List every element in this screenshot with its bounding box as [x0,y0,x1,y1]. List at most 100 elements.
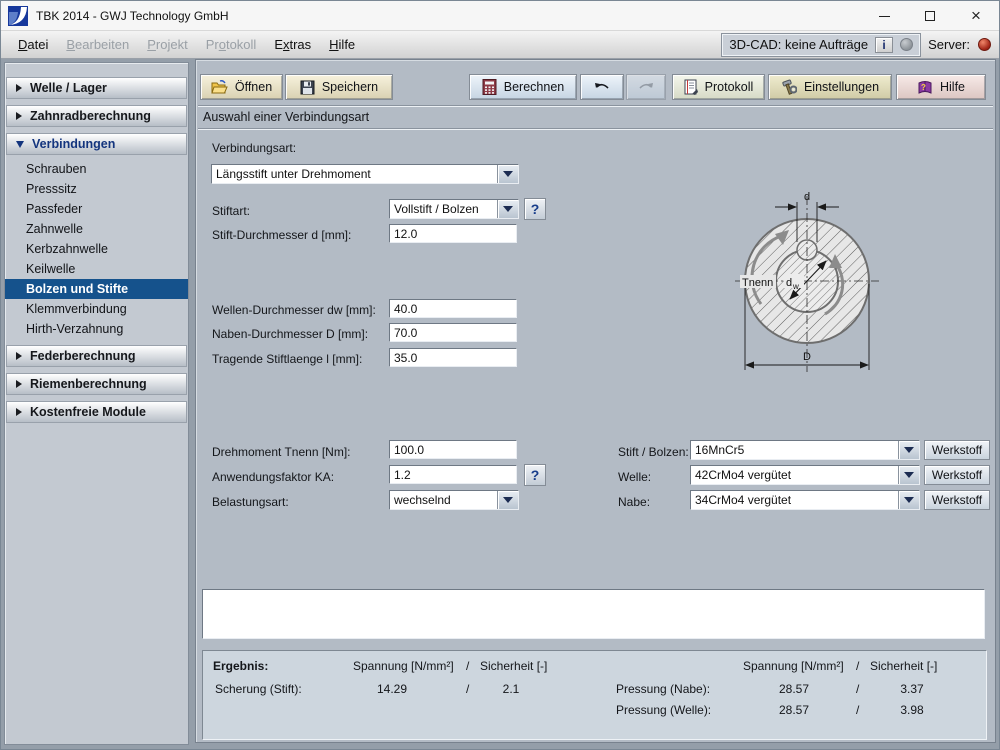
app-logo-icon [8,6,28,26]
main-panel: Öffnen Speichern Berechnen Protokoll [195,59,996,743]
sidebar-item-schrauben[interactable]: Schrauben [5,159,188,179]
menu-hilfe[interactable]: Hilfe [320,33,364,56]
chevron-down-icon [16,141,24,148]
drehmoment-input[interactable] [389,440,517,459]
divider [198,105,993,107]
sidebar-section-zahnradberechnung[interactable]: Zahnradberechnung [6,105,187,127]
sidebar-item-presssitz[interactable]: Presssitz [5,179,188,199]
dropdown-button[interactable] [898,491,919,509]
belastungsart-label: Belastungsart: [212,495,289,509]
save-button[interactable]: Speichern [285,74,393,100]
chevron-right-icon [16,84,22,92]
sidebar-item-hirth-verzahnung[interactable]: Hirth-Verzahnung [5,319,188,339]
sidebar-section-kostenfreie-module[interactable]: Kostenfreie Module [6,401,187,423]
calculator-icon [482,79,497,95]
result-value-sicherheit: 3.37 [890,682,934,696]
sidebar-item-kerbzahnwelle[interactable]: Kerbzahnwelle [5,239,188,259]
menu-datei[interactable]: Datei [9,33,57,56]
sidebar-item-zahnwelle[interactable]: Zahnwelle [5,219,188,239]
pin-connection-diagram: d D Tnenn d w [717,184,897,394]
menubar: Datei Bearbeiten Projekt Protokoll Extra… [1,31,999,59]
stift-bolzen-material-select[interactable]: 16MnCr5 [690,440,920,460]
info-button[interactable]: i [875,37,893,53]
wellen-durchmesser-input[interactable] [389,299,517,318]
protocol-button[interactable]: Protokoll [672,74,765,100]
stift-durchmesser-input[interactable] [389,224,517,243]
svg-text:?: ? [921,83,926,92]
undo-icon [593,81,611,94]
naben-durchmesser-label: Naben-Durchmesser D [mm]: [212,327,368,341]
sidebar-section-verbindungen[interactable]: Verbindungen [6,133,187,155]
welle-material-value: 42CrMo4 vergütet [691,468,898,482]
maximize-button[interactable] [907,1,953,31]
content-area: Welle / Lager Zahnradberechnung Verbindu… [1,59,999,749]
open-button[interactable]: Öffnen [200,74,283,100]
sidebar-section-riemenberechnung[interactable]: Riemenberechnung [6,373,187,395]
protocol-document-icon [684,79,698,95]
results-panel: Ergebnis: Spannung [N/mm²] / Sicherheit … [202,650,987,740]
sidebar-item-passfeder[interactable]: Passfeder [5,199,188,219]
redo-button [626,74,666,100]
naben-durchmesser-input[interactable] [389,323,517,342]
sidebar-section-federberechnung[interactable]: Federberechnung [6,345,187,367]
col-header-spannung: Spannung [N/mm²] [353,659,454,673]
stiftart-select[interactable]: Vollstift / Bolzen [389,199,519,219]
nabe-material-select[interactable]: 34CrMo4 vergütet [690,490,920,510]
verbindungsart-value: Längsstift unter Drehmoment [212,167,497,181]
titlebar: TBK 2014 - GWJ Technology GmbH × [1,1,999,31]
chevron-down-icon [904,447,914,453]
anwendungsfaktor-help-button[interactable]: ? [524,464,546,486]
sidebar-item-klemmverbindung[interactable]: Klemmverbindung [5,299,188,319]
anwendungsfaktor-label: Anwendungsfaktor KA: [212,470,334,484]
chevron-right-icon [16,380,22,388]
welle-material-select[interactable]: 42CrMo4 vergütet [690,465,920,485]
belastungsart-value: wechselnd [390,493,497,507]
stift-bolzen-label: Stift / Bolzen: [618,445,689,459]
anwendungsfaktor-input[interactable] [389,465,517,484]
window-title: TBK 2014 - GWJ Technology GmbH [36,9,229,23]
diagram-label-tnenn: Tnenn [742,277,773,289]
nabe-werkstoff-button[interactable]: Werkstoff [924,490,990,510]
message-output-box [202,589,985,639]
diagram-label-D: D [803,351,811,363]
dropdown-button[interactable] [497,200,518,218]
close-button[interactable]: × [953,1,999,31]
dropdown-button[interactable] [898,466,919,484]
verbindungsart-select[interactable]: Längsstift unter Drehmoment [211,164,519,184]
chevron-down-icon [503,497,513,503]
welle-werkstoff-button[interactable]: Werkstoff [924,465,990,485]
nabe-label: Nabe: [618,495,650,509]
menu-extras[interactable]: Extras [265,33,320,56]
redo-icon [637,81,655,94]
verbindungsart-label: Verbindungsart: [212,141,296,155]
stift-werkstoff-button[interactable]: Werkstoff [924,440,990,460]
results-title: Ergebnis: [213,659,268,673]
help-button[interactable]: ? Hilfe [896,74,986,100]
stiftart-help-button[interactable]: ? [524,198,546,220]
server-status-led [978,38,991,51]
settings-button[interactable]: Einstellungen [768,74,892,100]
sidebar: Welle / Lager Zahnradberechnung Verbindu… [4,62,189,745]
dropdown-button[interactable] [898,441,919,459]
sidebar-item-bolzen-und-stifte[interactable]: Bolzen und Stifte [5,279,188,299]
value-separator: / [856,703,859,717]
dropdown-button[interactable] [497,165,518,183]
chevron-down-icon [503,206,513,212]
belastungsart-select[interactable]: wechselnd [389,490,519,510]
stiftart-value: Vollstift / Bolzen [390,202,497,216]
undo-button[interactable] [580,74,624,100]
drehmoment-label: Drehmoment Tnenn [Nm]: [212,445,351,459]
stiftlaenge-input[interactable] [389,348,517,367]
chevron-down-icon [904,472,914,478]
minimize-button[interactable] [861,1,907,31]
cad-status-text: 3D-CAD: keine Aufträge [729,37,868,52]
maximize-icon [925,11,935,21]
col-separator: / [466,659,469,673]
stiftart-label: Stiftart: [212,204,250,218]
dropdown-button[interactable] [497,491,518,509]
sidebar-item-keilwelle[interactable]: Keilwelle [5,259,188,279]
diagram-label-dw: d [786,277,792,289]
result-value-spannung: 14.29 [361,682,423,696]
calculate-button[interactable]: Berechnen [469,74,577,100]
sidebar-section-welle-lager[interactable]: Welle / Lager [6,77,187,99]
